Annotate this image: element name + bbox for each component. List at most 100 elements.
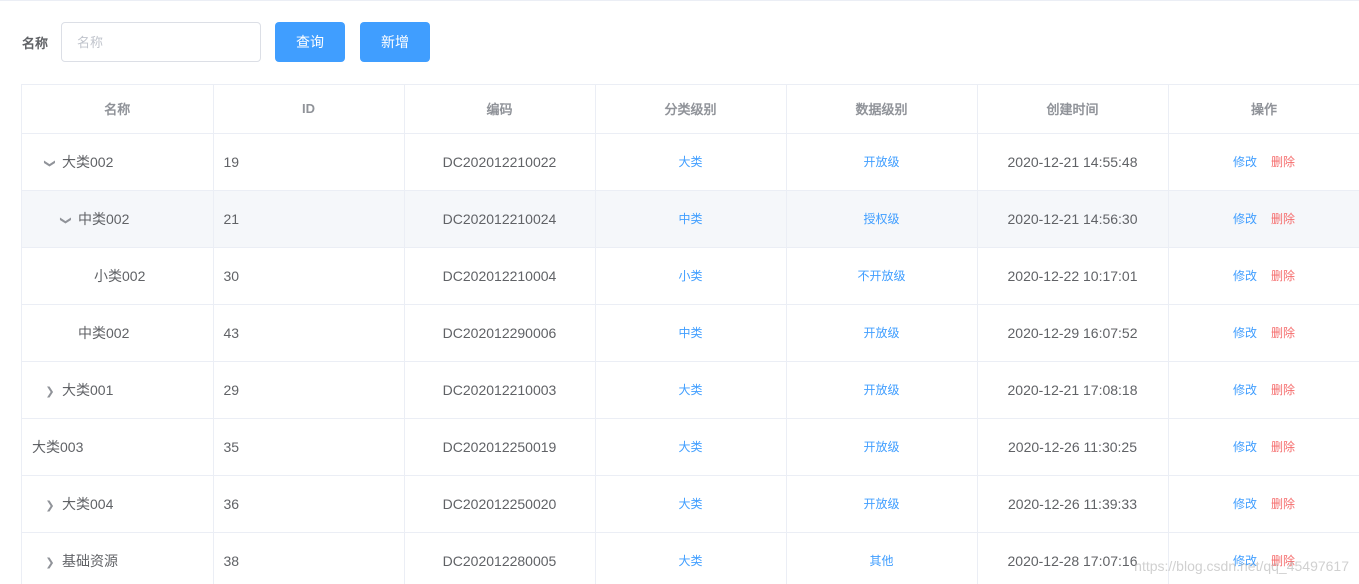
header-id: ID <box>213 85 405 134</box>
table-row: 大类003 35 DC202012250019 大类 开放级 2020-12-26 11:… <box>22 418 1359 476</box>
cell-name: 中类002 <box>22 304 214 362</box>
data-level-tag: 开放级 <box>863 155 900 169</box>
cell-actions: 修改 删除 <box>1168 247 1359 305</box>
cell-data-level: 授权级 <box>786 190 978 248</box>
cell-data-level: 开放级 <box>786 304 978 362</box>
top-divider <box>0 0 1359 1</box>
row-name: 大类002 <box>62 153 114 170</box>
cell-name: ❯ 中类002 <box>22 190 214 248</box>
expand-arrow-icon[interactable]: ❯ <box>44 155 57 171</box>
row-name: 小类002 <box>94 267 146 284</box>
add-button[interactable]: 新增 <box>360 22 430 62</box>
cell-category: 中类 <box>595 304 787 362</box>
cell-created: 2020-12-26 11:30:25 <box>977 418 1169 476</box>
query-button[interactable]: 查询 <box>275 22 345 62</box>
cell-category: 大类 <box>595 532 787 584</box>
header-data-level: 数据级别 <box>786 85 978 134</box>
cell-data-level: 开放级 <box>786 361 978 419</box>
cell-name: ❯ 大类004 <box>22 475 214 533</box>
cell-created: 2020-12-26 11:39:33 <box>977 475 1169 533</box>
row-name: 大类003 <box>32 438 84 455</box>
search-label: 名称 <box>22 35 49 51</box>
cell-created: 2020-12-21 14:56:30 <box>977 190 1169 248</box>
cell-category: 大类 <box>595 361 787 419</box>
cell-created: 2020-12-21 17:08:18 <box>977 361 1169 419</box>
delete-button[interactable]: 删除 <box>1271 497 1295 511</box>
edit-button[interactable]: 修改 <box>1233 554 1257 568</box>
edit-button[interactable]: 修改 <box>1233 269 1257 283</box>
cell-code: DC202012250019 <box>404 418 596 476</box>
cell-category: 大类 <box>595 475 787 533</box>
category-tag: 小类 <box>678 269 703 283</box>
category-tag: 大类 <box>678 383 703 397</box>
cell-name: 小类002 <box>22 247 214 305</box>
cell-created: 2020-12-28 17:07:16 <box>977 532 1169 584</box>
cell-name: ❯ 大类001 <box>22 361 214 419</box>
edit-button[interactable]: 修改 <box>1233 212 1257 226</box>
data-level-tag: 开放级 <box>863 383 900 397</box>
edit-button[interactable]: 修改 <box>1233 383 1257 397</box>
cell-code: DC202012210024 <box>404 190 596 248</box>
expand-arrow-icon[interactable]: ❯ <box>60 212 73 228</box>
collapse-arrow-icon[interactable]: ❯ <box>42 499 58 512</box>
delete-button[interactable]: 删除 <box>1271 326 1295 340</box>
cell-data-level: 开放级 <box>786 418 978 476</box>
cell-category: 大类 <box>595 133 787 191</box>
delete-button[interactable]: 删除 <box>1271 440 1295 454</box>
edit-button[interactable]: 修改 <box>1233 497 1257 511</box>
cell-created: 2020-12-29 16:07:52 <box>977 304 1169 362</box>
cell-category: 小类 <box>595 247 787 305</box>
cell-name: ❯ 基础资源 <box>22 532 214 584</box>
cell-actions: 修改 删除 <box>1168 190 1359 248</box>
cell-code: DC202012210003 <box>404 361 596 419</box>
delete-button[interactable]: 删除 <box>1271 212 1295 226</box>
row-name: 中类002 <box>78 210 130 227</box>
cell-category: 中类 <box>595 190 787 248</box>
cell-actions: 修改 删除 <box>1168 304 1359 362</box>
header-created: 创建时间 <box>977 85 1169 134</box>
table-row: 小类002 30 DC202012210004 小类 不开放级 2020-12-22 10… <box>22 247 1359 305</box>
category-tag: 大类 <box>678 155 703 169</box>
search-input[interactable] <box>61 22 261 62</box>
collapse-arrow-icon[interactable]: ❯ <box>42 385 58 398</box>
cell-id: 36 <box>213 475 405 533</box>
table-row: ❯ 大类001 29 DC202012210003 大类 开放级 2020-12-21 17… <box>22 361 1359 419</box>
edit-button[interactable]: 修改 <box>1233 440 1257 454</box>
cell-actions: 修改 删除 <box>1168 361 1359 419</box>
category-tag: 大类 <box>678 497 703 511</box>
collapse-arrow-icon[interactable]: ❯ <box>42 556 58 569</box>
cell-code: DC202012290006 <box>404 304 596 362</box>
table-row: ❯ 中类002 21 DC202012210024 中类 授权级 2020-12-21 14… <box>22 190 1359 248</box>
cell-actions: 修改 删除 <box>1168 418 1359 476</box>
category-tag: 大类 <box>678 440 703 454</box>
cell-id: 35 <box>213 418 405 476</box>
category-tag: 大类 <box>678 554 703 568</box>
delete-button[interactable]: 删除 <box>1271 383 1295 397</box>
header-code: 编码 <box>404 85 596 134</box>
delete-button[interactable]: 删除 <box>1271 269 1295 283</box>
cell-created: 2020-12-22 10:17:01 <box>977 247 1169 305</box>
data-table: 名称 ID 编码 分类级别 数据级别 创建时间 操作 ❯ 大类002 19 DC202… <box>21 84 1359 584</box>
cell-id: 29 <box>213 361 405 419</box>
cell-code: DC202012210022 <box>404 133 596 191</box>
cell-data-level: 不开放级 <box>786 247 978 305</box>
cell-code: DC202012280005 <box>404 532 596 584</box>
row-name: 大类001 <box>62 381 114 398</box>
table-header-row: 名称 ID 编码 分类级别 数据级别 创建时间 操作 <box>22 85 1359 134</box>
cell-actions: 修改 删除 <box>1168 532 1359 584</box>
data-level-tag: 开放级 <box>863 440 900 454</box>
cell-data-level: 其他 <box>786 532 978 584</box>
edit-button[interactable]: 修改 <box>1233 155 1257 169</box>
cell-actions: 修改 删除 <box>1168 133 1359 191</box>
row-name: 中类002 <box>78 324 130 341</box>
category-tag: 中类 <box>678 326 703 340</box>
cell-name: 大类003 <box>22 418 214 476</box>
row-name: 基础资源 <box>62 552 118 569</box>
cell-id: 30 <box>213 247 405 305</box>
delete-button[interactable]: 删除 <box>1271 554 1295 568</box>
edit-button[interactable]: 修改 <box>1233 326 1257 340</box>
cell-data-level: 开放级 <box>786 475 978 533</box>
delete-button[interactable]: 删除 <box>1271 155 1295 169</box>
cell-name: ❯ 大类002 <box>22 133 214 191</box>
header-category: 分类级别 <box>595 85 787 134</box>
